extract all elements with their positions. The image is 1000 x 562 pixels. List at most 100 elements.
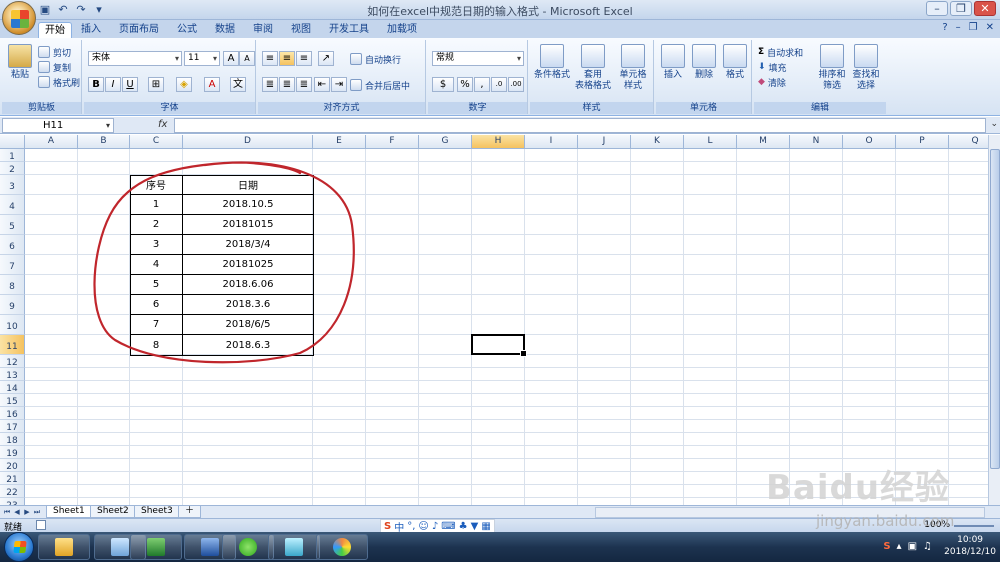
cell-date[interactable]: 2018.10.5 <box>183 195 313 215</box>
align-center-icon[interactable]: ≣ <box>279 77 295 92</box>
tab-insert[interactable]: 插入 <box>76 22 106 38</box>
punctuation-icon[interactable]: °, <box>407 521 415 532</box>
row-header-18[interactable]: 18 <box>0 433 25 446</box>
column-header-g[interactable]: G <box>419 135 472 149</box>
align-bottom-icon[interactable]: ≡ <box>296 51 312 66</box>
row-header-21[interactable]: 21 <box>0 472 25 485</box>
cell-index[interactable]: 3 <box>130 235 183 255</box>
font-size-combo[interactable]: 11 <box>184 51 220 66</box>
row-header-19[interactable]: 19 <box>0 446 25 459</box>
insert-cells-button[interactable]: 插入 <box>658 44 688 81</box>
column-header-a[interactable]: A <box>25 135 78 149</box>
row-header-6[interactable]: 6 <box>0 235 25 255</box>
show-hidden-icon[interactable]: ▴ <box>897 541 902 552</box>
zoom-level[interactable]: 100% <box>924 520 950 530</box>
mini-minimize-icon[interactable]: – <box>956 22 961 33</box>
borders-icon[interactable]: ⊞ <box>148 77 164 92</box>
row-header-10[interactable]: 10 <box>0 315 25 335</box>
cell-index[interactable]: 1 <box>130 195 183 215</box>
row-header-2[interactable]: 2 <box>0 162 25 175</box>
cell-date[interactable]: 2018/3/4 <box>183 235 313 255</box>
fill-color-icon[interactable]: ◈ <box>176 77 192 92</box>
phonetic-icon[interactable]: 文 <box>230 77 246 92</box>
column-header-e[interactable]: E <box>313 135 366 149</box>
taskbar-app-paint[interactable] <box>316 534 368 560</box>
number-format-combo[interactable]: 常规 <box>432 51 524 66</box>
taskbar-app-folder[interactable] <box>38 534 90 560</box>
column-header-j[interactable]: J <box>578 135 631 149</box>
align-middle-icon[interactable]: ≡ <box>279 51 295 66</box>
column-header-f[interactable]: F <box>366 135 419 149</box>
column-header-p[interactable]: P <box>896 135 949 149</box>
row-header-13[interactable]: 13 <box>0 368 25 381</box>
comma-icon[interactable]: , <box>474 77 490 92</box>
tab-developer[interactable]: 开发工具 <box>324 22 374 38</box>
close-button[interactable]: ✕ <box>974 1 996 16</box>
select-all-corner[interactable] <box>0 135 25 149</box>
office-button[interactable] <box>2 1 36 35</box>
row-header-11[interactable]: 11 <box>0 335 25 355</box>
cell-index[interactable]: 7 <box>130 315 183 335</box>
percent-icon[interactable]: % <box>457 77 473 92</box>
tab-page-layout[interactable]: 页面布局 <box>114 22 164 38</box>
row-header-1[interactable]: 1 <box>0 149 25 162</box>
row-header-23[interactable]: 23 <box>0 498 25 505</box>
taskbar-app-excel[interactable] <box>130 534 182 560</box>
column-header-b[interactable]: B <box>78 135 130 149</box>
name-box[interactable]: H11 <box>2 118 114 133</box>
cell-index[interactable]: 4 <box>130 255 183 275</box>
row-header-9[interactable]: 9 <box>0 295 25 315</box>
sheet-tab-1[interactable]: Sheet1 <box>46 506 92 518</box>
row-header-7[interactable]: 7 <box>0 255 25 275</box>
network-icon[interactable]: ▣ <box>908 541 917 552</box>
format-painter-button[interactable]: 格式刷 <box>38 75 80 89</box>
column-header-o[interactable]: O <box>843 135 896 149</box>
increase-decimal-icon[interactable]: .0 <box>491 77 507 92</box>
wrap-text-button[interactable]: 自动换行 <box>350 52 401 66</box>
format-as-table-button[interactable]: 套用 表格格式 <box>574 44 612 92</box>
volume-icon[interactable]: ♫ <box>923 541 932 552</box>
tab-data[interactable]: 数据 <box>210 22 240 38</box>
decrease-decimal-icon[interactable]: .00 <box>508 77 524 92</box>
paste-button[interactable]: 粘贴 <box>6 44 34 81</box>
active-cell-h11[interactable] <box>471 334 527 357</box>
column-header-n[interactable]: N <box>790 135 843 149</box>
help-icon[interactable]: ? <box>942 22 947 33</box>
italic-icon[interactable]: I <box>105 77 121 92</box>
align-right-icon[interactable]: ≣ <box>296 77 312 92</box>
tab-review[interactable]: 审阅 <box>248 22 278 38</box>
column-header-m[interactable]: M <box>737 135 790 149</box>
row-header-4[interactable]: 4 <box>0 195 25 215</box>
sogou-tray-icon[interactable]: S <box>883 541 890 552</box>
first-sheet-icon[interactable]: ⏮ <box>2 507 12 517</box>
vertical-scrollbar[interactable] <box>988 135 1000 505</box>
decrease-indent-icon[interactable]: ⇤ <box>314 77 330 92</box>
row-header-12[interactable]: 12 <box>0 355 25 368</box>
find-select-button[interactable]: 查找和 选择 <box>850 44 882 92</box>
zoom-slider[interactable] <box>954 525 994 527</box>
mini-close-icon[interactable]: ✕ <box>986 22 994 33</box>
conditional-format-button[interactable]: 条件格式 <box>532 44 572 81</box>
cell-index[interactable]: 8 <box>130 335 183 355</box>
accounting-icon[interactable]: $ <box>432 77 454 92</box>
row-header-3[interactable]: 3 <box>0 175 25 195</box>
shrink-font-icon[interactable]: A <box>239 51 255 66</box>
formula-input[interactable] <box>174 118 986 133</box>
row-header-8[interactable]: 8 <box>0 275 25 295</box>
cell-date[interactable]: 2018.6.3 <box>183 335 313 355</box>
sheet-tab-2[interactable]: Sheet2 <box>90 506 136 518</box>
cell-styles-button[interactable]: 单元格 样式 <box>614 44 652 92</box>
restore-button[interactable]: ❐ <box>950 1 972 16</box>
clear-button[interactable]: ◆ 清除 <box>758 75 786 89</box>
column-header-q[interactable]: Q <box>949 135 988 149</box>
row-header-5[interactable]: 5 <box>0 215 25 235</box>
tab-formulas[interactable]: 公式 <box>172 22 202 38</box>
cell-index[interactable]: 6 <box>130 295 183 315</box>
microphone-icon[interactable]: ♪ <box>432 521 438 532</box>
column-header-l[interactable]: L <box>684 135 737 149</box>
minimize-button[interactable]: – <box>926 1 948 16</box>
cell-index[interactable]: 5 <box>130 275 183 295</box>
insert-sheet-icon[interactable]: ＋ <box>178 506 202 518</box>
column-header-i[interactable]: I <box>525 135 578 149</box>
align-left-icon[interactable]: ≣ <box>262 77 278 92</box>
